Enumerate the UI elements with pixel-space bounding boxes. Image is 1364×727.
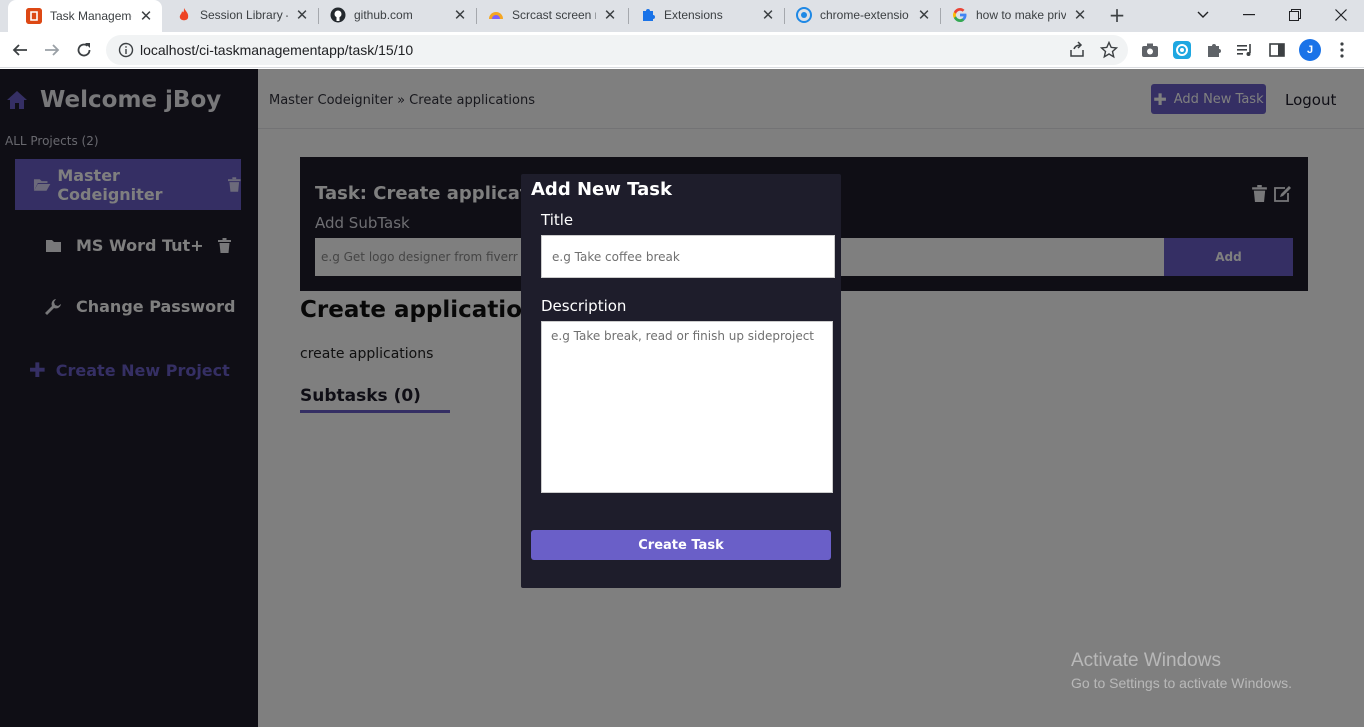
share-icon[interactable] [1068,41,1086,59]
side-panel-icon[interactable] [1267,40,1287,60]
browser-menu-icon[interactable] [1332,40,1352,60]
github-icon [330,7,346,23]
browser-tab-scrcast[interactable]: Scrcast screen re ✕ [470,0,626,30]
tab-title: chrome-extensio [820,8,909,22]
media-control-icon[interactable] [1235,40,1255,60]
minimize-button[interactable] [1226,0,1272,30]
codeigniter-icon [26,8,42,24]
tab-title: Scrcast screen re [512,8,596,22]
profile-avatar[interactable]: J [1299,39,1321,61]
title-label: Title [541,211,574,229]
restore-button[interactable] [1272,0,1318,30]
task-title-input[interactable] [541,235,835,278]
activate-windows-title: Activate Windows [1071,650,1221,671]
description-label: Description [541,297,627,315]
task-description-input[interactable] [541,321,833,493]
site-info-icon[interactable] [118,42,134,58]
tab-title: Extensions [664,8,723,22]
tab-search-icon[interactable] [1180,0,1226,30]
back-button[interactable] [7,37,33,63]
create-task-button[interactable]: Create Task [531,530,831,560]
address-bar[interactable]: localhost/ci-taskmanagementapp/task/15/1… [106,35,1128,65]
forward-button[interactable] [39,37,65,63]
browser-tab-task-management[interactable]: Task Management ✕ [8,0,162,32]
reload-button[interactable] [71,37,97,63]
flame-icon [176,7,192,23]
tab-title: Session Library — [200,8,288,22]
close-tab-icon[interactable]: ✕ [760,6,776,24]
scrcast-icon [488,7,504,23]
url-text: localhost/ci-taskmanagementapp/task/15/1… [140,42,414,58]
browser-tab-google-search[interactable]: how to make priv ✕ [934,0,1096,30]
close-tab-icon[interactable]: ✕ [602,6,618,24]
browser-toolbar: localhost/ci-taskmanagementapp/task/15/1… [0,32,1364,68]
browser-tab-extensions[interactable]: Extensions ✕ [622,0,784,30]
close-window-button[interactable] [1318,0,1364,30]
add-task-modal: Add New Task Title Description Create Ta… [521,174,841,588]
close-tab-icon[interactable]: ✕ [1072,6,1088,24]
extension-icon [796,7,812,23]
modal-title: Add New Task [531,179,672,200]
activate-windows-subtitle: Go to Settings to activate Windows. [1071,675,1292,691]
camera-extension-icon[interactable] [1140,40,1160,60]
tab-title: how to make priv [976,8,1066,22]
close-tab-icon[interactable]: ✕ [294,6,310,24]
close-tab-icon[interactable]: ✕ [916,6,932,24]
target-extension-icon[interactable] [1172,40,1192,60]
browser-tab-chrome-extension[interactable]: chrome-extensio ✕ [778,0,940,30]
browser-tab-session-library[interactable]: Session Library — ✕ [158,0,318,30]
close-tab-icon[interactable]: ✕ [138,7,154,25]
google-icon [952,7,968,23]
bookmark-star-icon[interactable] [1099,40,1119,59]
tab-title: github.com [354,8,413,22]
close-tab-icon[interactable]: ✕ [452,6,468,24]
new-tab-button[interactable]: + [1106,5,1128,27]
extensions-puzzle-icon[interactable] [1204,40,1224,60]
browser-tab-github[interactable]: github.com ✕ [312,0,476,30]
puzzle-icon [640,7,656,23]
browser-tab-strip: Task Management ✕ Session Library — ✕ gi… [0,0,1364,32]
tab-title: Task Management [50,9,132,23]
